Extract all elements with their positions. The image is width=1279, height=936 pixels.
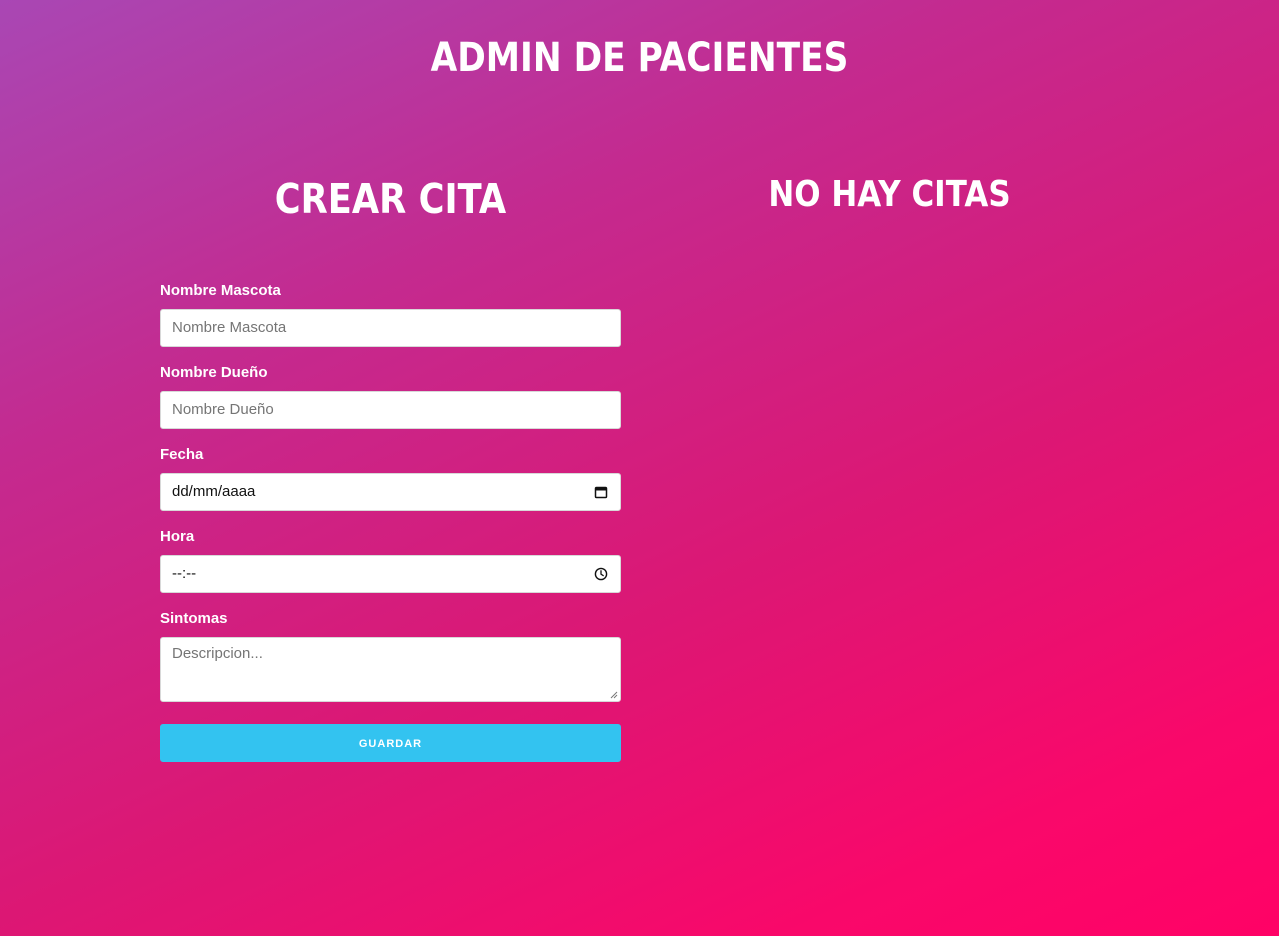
- page-title: ADMIN DE PACIENTES: [430, 35, 849, 81]
- form-title: CREAR CITA: [274, 175, 507, 223]
- resize-handle-icon[interactable]: [610, 691, 618, 699]
- time-input[interactable]: --:--: [160, 555, 621, 593]
- clock-icon[interactable]: [594, 567, 608, 581]
- appointments-empty-title: NO HAY CITAS: [768, 174, 1011, 215]
- date-label: Fecha: [160, 446, 204, 463]
- owner-name-label: Nombre Dueño: [160, 364, 268, 381]
- owner-name-input[interactable]: Nombre Dueño: [160, 391, 621, 429]
- symptoms-textarea[interactable]: Descripcion...: [160, 637, 621, 702]
- calendar-icon[interactable]: [594, 485, 608, 499]
- appointment-form: Nombre Mascota Nombre Mascota Nombre Due…: [160, 282, 621, 762]
- pet-name-input[interactable]: Nombre Mascota: [160, 309, 621, 347]
- date-input[interactable]: dd/mm/aaaa: [160, 473, 621, 511]
- date-input-value: dd/mm/aaaa: [172, 483, 256, 500]
- time-input-value: --:--: [172, 565, 197, 582]
- pet-name-label: Nombre Mascota: [160, 282, 281, 299]
- symptoms-label: Sintomas: [160, 610, 228, 627]
- save-button[interactable]: GUARDAR: [160, 724, 621, 762]
- time-label: Hora: [160, 528, 195, 545]
